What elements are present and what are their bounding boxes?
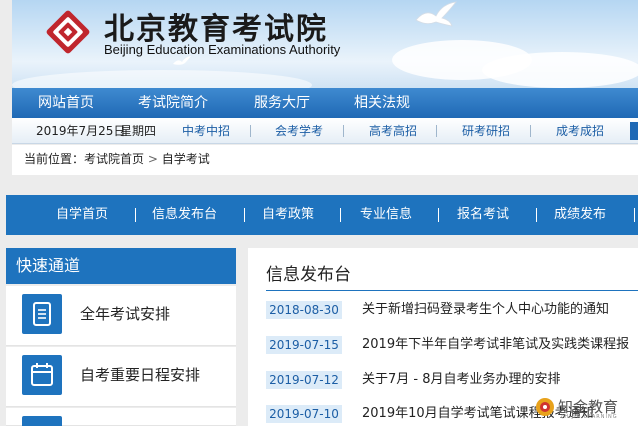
- breadcrumb-home[interactable]: 考试院首页: [84, 152, 144, 166]
- breadcrumb-separator: >: [147, 152, 158, 166]
- list-item[interactable]: 2019-07-12 关于7月 - 8月自考业务办理的安排: [266, 368, 638, 392]
- section-nav: 自学首页 信息发布台 自考政策 专业信息 报名考试 成绩发布: [6, 195, 638, 235]
- divider: [250, 125, 251, 137]
- header-banner: 北京教育考试院 Beijing Education Examinations A…: [12, 0, 638, 88]
- list-item[interactable]: 2018-08-30 关于新增扫码登录考生个人中心功能的通知: [266, 298, 638, 322]
- sub-nav-edge: [630, 122, 638, 140]
- news-title[interactable]: 2019年下半年自学考试非笔试及实践类课程报: [362, 333, 629, 357]
- quick-channel-title: 快速通道: [6, 248, 236, 284]
- sub-nav-gaokao[interactable]: 高考高招: [369, 118, 417, 144]
- nav-home[interactable]: 网站首页: [38, 88, 94, 118]
- section-nav-home[interactable]: 自学首页: [56, 195, 108, 235]
- sub-nav: 2019年7月25日 星期四 中考中招 会考学考 高考高招 研考研招 成考成招: [12, 118, 638, 144]
- nav-service-hall[interactable]: 服务大厅: [254, 88, 310, 118]
- calendar-icon: [22, 416, 62, 426]
- list-item[interactable]: 2019-07-15 2019年下半年自学考试非笔试及实践类课程报: [266, 333, 638, 357]
- sub-nav-huikao[interactable]: 会考学考: [275, 118, 323, 144]
- cloud-decoration: [482, 52, 638, 88]
- dove-icon: [173, 56, 191, 65]
- sub-nav-chengkao[interactable]: 成考成招: [556, 118, 604, 144]
- section-nav-register[interactable]: 报名考试: [457, 195, 509, 235]
- divider: [266, 290, 638, 291]
- divider: [530, 125, 531, 137]
- divider: [438, 208, 439, 222]
- quick-item-label: 全年考试安排: [80, 305, 171, 323]
- news-date: 2018-08-30: [266, 301, 342, 319]
- watermark-subtext: ZHIJIN LEARNING: [560, 414, 618, 420]
- nav-about[interactable]: 考试院简介: [138, 88, 208, 118]
- info-board-title: 信息发布台: [266, 265, 351, 285]
- quick-item-partial[interactable]: [6, 408, 236, 426]
- divider: [536, 208, 537, 222]
- calendar-icon: [22, 355, 62, 395]
- news-date: 2019-07-15: [266, 336, 342, 354]
- cloud-decoration: [12, 70, 312, 88]
- breadcrumb-prefix: 当前位置：: [24, 152, 85, 166]
- section-nav-policy[interactable]: 自考政策: [262, 195, 314, 235]
- divider: [436, 125, 437, 137]
- breadcrumb: 当前位置：考试院首页 > 自学考试: [12, 145, 638, 175]
- current-date: 2019年7月25日: [36, 124, 126, 138]
- dove-icon: [415, 1, 457, 27]
- sub-nav-zhongkao[interactable]: 中考中招: [182, 118, 230, 144]
- nav-regulations[interactable]: 相关法规: [354, 88, 410, 118]
- watermark: 知金教育 ZHIJIN LEARNING: [530, 392, 638, 426]
- watermark-logo-icon: [536, 398, 554, 416]
- news-title[interactable]: 关于新增扫码登录考生个人中心功能的通知: [362, 298, 609, 322]
- divider: [343, 125, 344, 137]
- divider: [135, 208, 136, 222]
- section-nav-majors[interactable]: 专业信息: [360, 195, 412, 235]
- section-nav-scores[interactable]: 成绩发布: [554, 195, 606, 235]
- document-icon: [22, 294, 62, 334]
- sub-nav-yankao[interactable]: 研考研招: [462, 118, 510, 144]
- quick-item-key-dates[interactable]: 自考重要日程安排: [6, 347, 236, 407]
- divider: [244, 208, 245, 222]
- site-subtitle: Beijing Education Examinations Authority: [104, 42, 341, 57]
- quick-item-annual-schedule[interactable]: 全年考试安排: [6, 286, 236, 346]
- divider: [634, 208, 635, 222]
- news-title[interactable]: 关于7月 - 8月自考业务办理的安排: [362, 368, 561, 392]
- authority-logo-icon[interactable]: [44, 8, 92, 56]
- news-date: 2019-07-12: [266, 371, 342, 389]
- main-nav: 网站首页 考试院简介 服务大厅 相关法规: [12, 88, 638, 118]
- breadcrumb-current: 自学考试: [161, 152, 210, 166]
- divider: [340, 208, 341, 222]
- news-date: 2019-07-10: [266, 405, 342, 423]
- quick-item-label: 自考重要日程安排: [80, 366, 201, 384]
- current-weekday: 星期四: [120, 124, 157, 138]
- section-nav-info[interactable]: 信息发布台: [152, 195, 217, 235]
